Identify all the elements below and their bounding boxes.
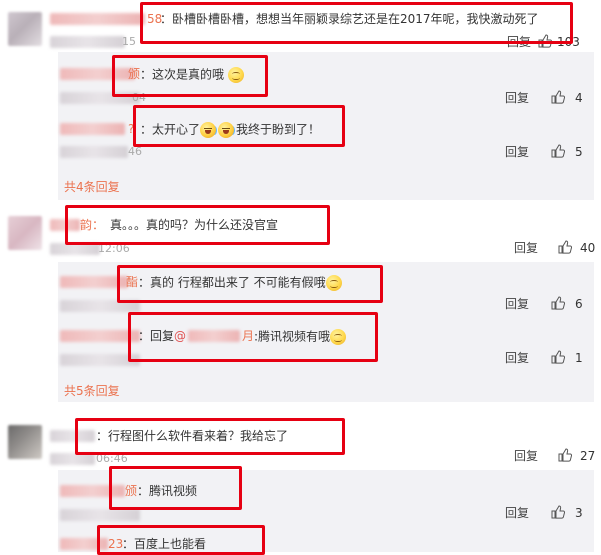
reply-timestamp: 46 [128,145,142,158]
like-count: 1 [575,351,583,365]
avatar[interactable] [8,216,42,250]
timestamp-blurred [50,36,125,48]
reply-button[interactable]: 回复 [514,449,538,463]
highlight-box [75,418,345,455]
highlight-box [140,2,573,44]
thumbs-up-icon[interactable] [551,350,565,364]
thumbs-up-icon[interactable] [551,90,565,104]
like-count: 4 [575,91,583,105]
highlight-box [65,205,330,245]
nickname-blurred[interactable] [50,13,145,25]
reply-nickname-blurred[interactable] [60,123,125,135]
like-count: 27 [580,449,596,463]
thumbs-up-icon[interactable] [551,505,565,519]
highlight-box [109,466,242,510]
reply-button[interactable]: 回复 [505,351,529,365]
like-count: 40 [580,241,596,255]
reply-button[interactable]: 回复 [505,297,529,311]
reply-timestamp-blurred [60,509,140,521]
reply-button[interactable]: 回复 [505,91,529,105]
reply-timestamp-blurred [60,146,128,158]
highlight-box [128,312,378,362]
highlight-box [112,55,268,97]
thumbs-up-icon[interactable] [558,448,572,462]
thumbs-up-icon[interactable] [551,296,565,310]
avatar[interactable] [8,425,42,459]
avatar[interactable] [8,12,42,46]
timestamp: 15 [122,35,136,48]
thumbs-up-icon[interactable] [558,240,572,254]
highlight-box [133,105,345,147]
reply-button[interactable]: 回复 [505,145,529,159]
highlight-box [97,525,265,555]
thumbs-up-icon[interactable] [551,144,565,158]
like-count: 6 [575,297,583,311]
like-count: 3 [575,506,583,520]
like-count: 5 [575,145,583,159]
reply-button[interactable]: 回复 [514,241,538,255]
more-replies-link[interactable]: 共4条回复 [64,180,120,194]
reply-button[interactable]: 回复 [505,506,529,520]
more-replies-link[interactable]: 共5条回复 [64,384,120,398]
highlight-box [117,265,383,303]
